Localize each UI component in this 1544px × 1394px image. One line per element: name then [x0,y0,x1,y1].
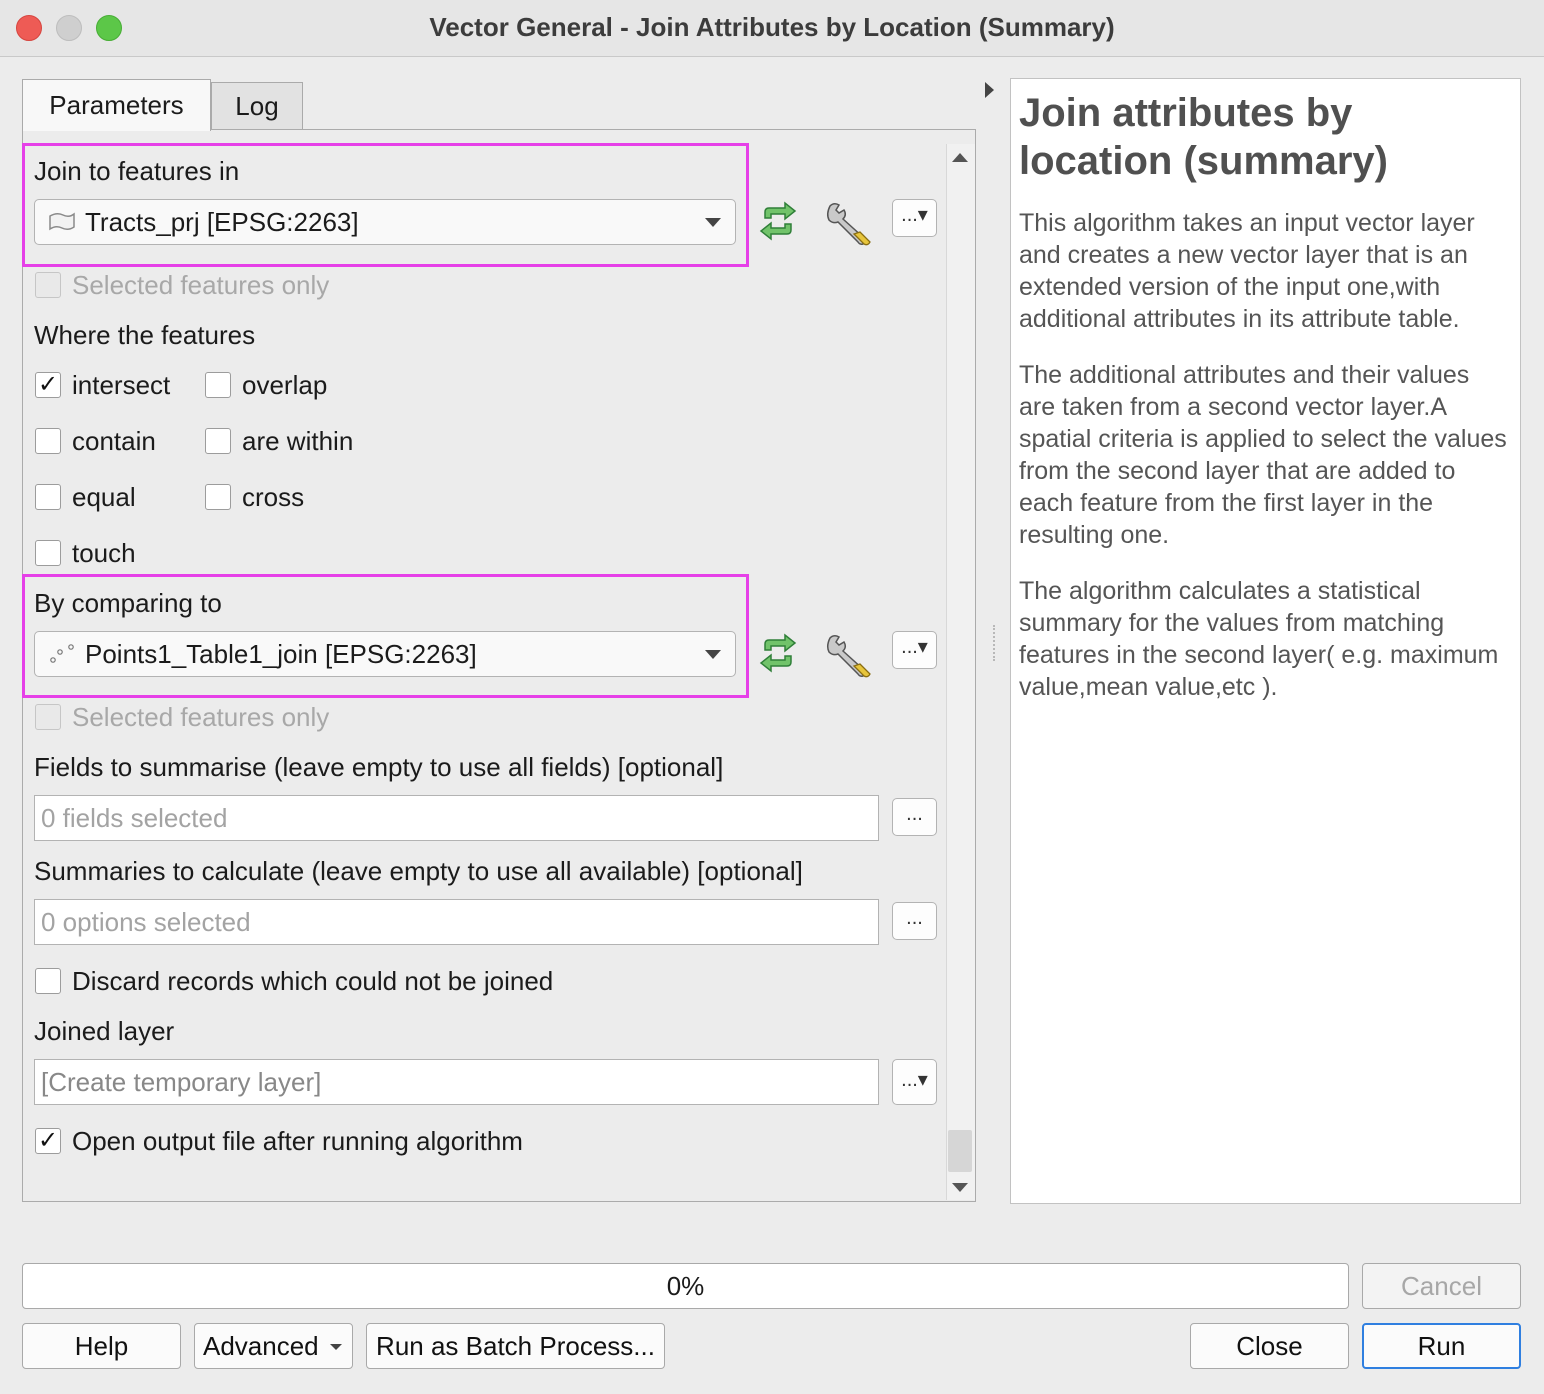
help-paragraph-2: The additional attributes and their valu… [1019,361,1507,549]
cross-checkbox[interactable] [205,484,231,510]
scroll-up-arrow-icon[interactable] [952,153,968,162]
join-layer-value: Tracts_prj [EPSG:2263] [85,206,359,237]
compare-layer-options-button[interactable]: ...▾ [892,631,937,669]
advanced-label: Advanced [203,1330,319,1361]
join-layer-label: Join to features in [34,156,240,186]
iterate-icon[interactable] [755,200,801,247]
point-layer-icon [47,643,77,665]
iterate-icon[interactable] [755,632,801,679]
panel-scrollbar[interactable] [946,144,975,1200]
compare-layer-combo[interactable]: Points1_Table1_join [EPSG:2263] [34,631,736,677]
overlap-label: overlap [242,370,328,400]
overlap-checkbox[interactable] [205,372,231,398]
dropdown-arrow-icon [705,218,721,227]
open-output-checkbox[interactable]: ✓ [35,1128,61,1154]
wrench-icon[interactable] [824,200,874,253]
cross-label: cross [242,482,305,512]
touch-checkbox[interactable] [35,540,61,566]
contain-label: contain [72,426,156,456]
open-output-label: Open output file after running algorithm [72,1126,523,1156]
predicate-group-label: Where the features [34,320,256,350]
join-layer-combo[interactable]: Tracts_prj [EPSG:2263] [34,199,736,245]
summaries-select-button[interactable]: ... [892,902,937,940]
equal-label: equal [72,482,136,512]
joined-layer-label: Joined layer [34,1016,175,1046]
fields-select-button[interactable]: ... [892,798,937,836]
intersect-label: intersect [72,370,171,400]
wrench-icon[interactable] [824,632,874,685]
equal-checkbox[interactable] [35,484,61,510]
dropdown-arrow-icon [330,1344,342,1350]
window-title: Vector General - Join Attributes by Loca… [429,12,1115,42]
help-paragraph-3: The algorithm calculates a statistical s… [1019,577,1499,701]
joined-layer-input[interactable]: [Create temporary layer] [34,1059,879,1105]
discard-label: Discard records which could not be joine… [72,966,554,996]
dropdown-arrow-icon [705,650,721,659]
polygon-layer-icon [47,211,77,233]
cancel-button[interactable]: Cancel [1362,1263,1521,1309]
touch-label: touch [72,538,136,568]
contain-checkbox[interactable] [35,428,61,454]
help-panel: Join attributes by location (summary) Th… [1010,78,1521,1204]
progress-text: 0% [666,1271,705,1301]
help-paragraph-1: This algorithm takes an input vector lay… [1019,209,1475,333]
help-title: Join attributes by location (summary) [1019,91,1388,183]
batch-process-button[interactable]: Run as Batch Process... [366,1323,665,1369]
fields-label: Fields to summarise (leave empty to use … [34,752,724,782]
discard-checkbox[interactable] [35,968,61,994]
within-checkbox[interactable] [205,428,231,454]
close-button[interactable]: Close [1190,1323,1349,1369]
summaries-input[interactable]: 0 options selected [34,899,879,945]
help-button[interactable]: Help [22,1323,181,1369]
compare-selected-only-checkbox[interactable] [35,704,61,730]
advanced-button[interactable]: Advanced [194,1323,353,1369]
collapse-arrow-icon[interactable] [985,82,994,98]
intersect-checkbox[interactable]: ✓ [35,372,61,398]
join-selected-only-label: Selected features only [72,270,330,300]
join-layer-options-button[interactable]: ...▾ [892,199,937,237]
summaries-label: Summaries to calculate (leave empty to u… [34,856,803,886]
tab-parameters[interactable]: Parameters [22,79,211,131]
fields-input[interactable]: 0 fields selected [34,795,879,841]
joined-layer-options-button[interactable]: ...▾ [892,1059,937,1105]
scrollbar-thumb[interactable] [948,1130,972,1172]
compare-layer-value: Points1_Table1_join [EPSG:2263] [85,638,477,669]
splitter-handle[interactable] [993,625,997,661]
tab-log[interactable]: Log [211,82,303,129]
within-label: are within [242,426,354,456]
compare-layer-label: By comparing to [34,588,222,618]
run-button[interactable]: Run [1362,1323,1521,1369]
compare-selected-only-label: Selected features only [72,702,330,732]
join-selected-only-checkbox[interactable] [35,272,61,298]
scroll-down-arrow-icon[interactable] [952,1183,968,1192]
